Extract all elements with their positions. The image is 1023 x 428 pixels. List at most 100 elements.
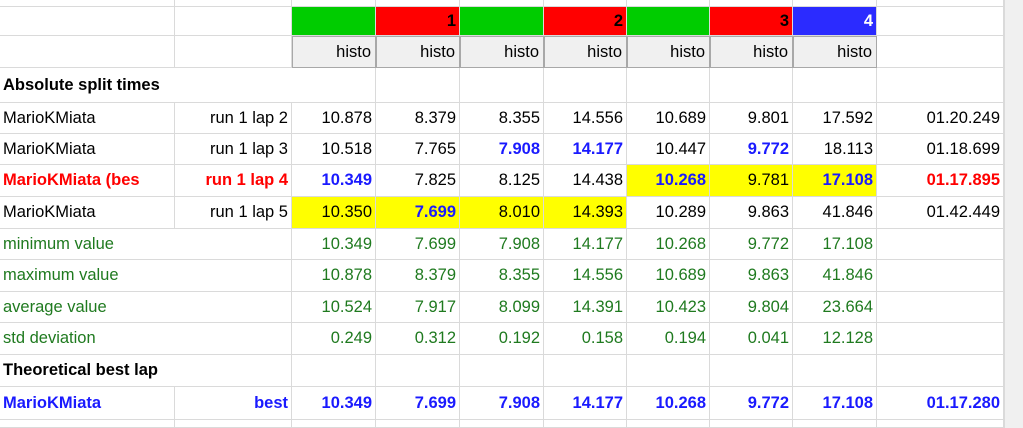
empty-cell[interactable] [544, 0, 627, 7]
empty-cell[interactable] [292, 68, 376, 103]
empty-cell[interactable] [376, 420, 460, 428]
split-time-cell[interactable]: 10.268 [627, 165, 710, 197]
empty-cell[interactable] [627, 0, 710, 7]
segment-3-header[interactable] [460, 7, 544, 36]
split-time-cell[interactable]: 7.908 [460, 134, 544, 165]
lap-total-cell[interactable]: 01.17.895 [877, 165, 1004, 197]
split-time-cell[interactable]: 10.289 [627, 197, 710, 229]
lap-total-cell[interactable]: 01.20.249 [877, 103, 1004, 134]
stat-value-cell[interactable]: 7.699 [376, 229, 460, 260]
empty-cell[interactable] [877, 260, 1004, 292]
driver-name[interactable]: MarioKMiata [0, 134, 175, 165]
segment-5-header[interactable] [627, 7, 710, 36]
stat-value-cell[interactable]: 0.194 [627, 323, 710, 355]
histo-button-2[interactable]: histo [376, 36, 460, 68]
section-title-theoretical[interactable]: Theoretical best lap [0, 355, 292, 387]
empty-cell[interactable] [460, 0, 544, 7]
split-time-cell[interactable]: 10.349 [292, 165, 376, 197]
empty-cell[interactable] [0, 420, 175, 428]
empty-cell[interactable] [793, 68, 877, 103]
empty-cell[interactable] [0, 0, 175, 7]
empty-cell[interactable] [544, 355, 627, 387]
best-total-cell[interactable]: 01.17.280 [877, 387, 1004, 420]
empty-cell[interactable] [793, 420, 877, 428]
stat-value-cell[interactable]: 10.689 [627, 260, 710, 292]
split-time-cell[interactable]: 10.689 [627, 103, 710, 134]
split-time-cell[interactable]: 14.177 [544, 134, 627, 165]
empty-cell[interactable] [175, 420, 292, 428]
empty-cell[interactable] [544, 420, 627, 428]
split-time-cell[interactable]: 10.878 [292, 103, 376, 134]
empty-cell[interactable] [877, 7, 1004, 36]
best-split-cell[interactable]: 14.177 [544, 387, 627, 420]
empty-cell[interactable] [710, 68, 793, 103]
stat-value-cell[interactable]: 0.158 [544, 323, 627, 355]
empty-cell[interactable] [0, 36, 175, 68]
split-time-cell[interactable]: 8.125 [460, 165, 544, 197]
empty-cell[interactable] [0, 7, 175, 36]
split-time-cell[interactable]: 10.350 [292, 197, 376, 229]
empty-cell[interactable] [710, 355, 793, 387]
empty-cell[interactable] [877, 36, 1004, 68]
split-time-cell[interactable]: 7.825 [376, 165, 460, 197]
run-lap-label[interactable]: run 1 lap 3 [175, 134, 292, 165]
empty-cell[interactable] [292, 0, 376, 7]
empty-cell[interactable] [877, 229, 1004, 260]
empty-cell[interactable] [460, 355, 544, 387]
stat-value-cell[interactable]: 17.108 [793, 229, 877, 260]
best-split-cell[interactable]: 9.772 [710, 387, 793, 420]
stat-value-cell[interactable]: 8.099 [460, 292, 544, 323]
split-time-cell[interactable]: 8.355 [460, 103, 544, 134]
histo-button-4[interactable]: histo [544, 36, 627, 68]
empty-cell[interactable] [292, 420, 376, 428]
stat-label[interactable]: average value [0, 292, 292, 323]
best-split-cell[interactable]: 17.108 [793, 387, 877, 420]
empty-cell[interactable] [710, 0, 793, 7]
segment-1-header[interactable] [292, 7, 376, 36]
spreadsheet-grid[interactable]: 1 2 3 4 histo histo histo histo histo histo histo A… [0, 0, 1023, 428]
split-time-cell[interactable]: 14.556 [544, 103, 627, 134]
empty-cell[interactable] [793, 355, 877, 387]
stat-value-cell[interactable]: 7.917 [376, 292, 460, 323]
split-time-cell[interactable]: 7.765 [376, 134, 460, 165]
stat-value-cell[interactable]: 10.268 [627, 229, 710, 260]
empty-cell[interactable] [877, 0, 1004, 7]
segment-6-header[interactable]: 3 [710, 7, 793, 36]
lap-total-cell[interactable]: 01.18.699 [877, 134, 1004, 165]
empty-cell[interactable] [877, 323, 1004, 355]
stat-value-cell[interactable]: 0.312 [376, 323, 460, 355]
empty-cell[interactable] [877, 355, 1004, 387]
vertical-scrollbar[interactable] [1004, 0, 1023, 428]
split-time-cell[interactable]: 7.699 [376, 197, 460, 229]
stat-value-cell[interactable]: 10.349 [292, 229, 376, 260]
stat-label[interactable]: maximum value [0, 260, 292, 292]
run-lap-label[interactable]: run 1 lap 5 [175, 197, 292, 229]
split-time-cell[interactable]: 18.113 [793, 134, 877, 165]
stat-value-cell[interactable]: 9.772 [710, 229, 793, 260]
stat-value-cell[interactable]: 14.391 [544, 292, 627, 323]
section-title-absolute[interactable]: Absolute split times [0, 68, 292, 103]
run-lap-label[interactable]: run 1 lap 2 [175, 103, 292, 134]
stat-value-cell[interactable]: 41.846 [793, 260, 877, 292]
segment-4-header[interactable]: 2 [544, 7, 627, 36]
segment-2-header[interactable]: 1 [376, 7, 460, 36]
best-label[interactable]: best [175, 387, 292, 420]
stat-value-cell[interactable]: 8.379 [376, 260, 460, 292]
split-time-cell[interactable]: 8.010 [460, 197, 544, 229]
empty-cell[interactable] [627, 355, 710, 387]
histo-button-5[interactable]: histo [627, 36, 710, 68]
stat-value-cell[interactable]: 10.878 [292, 260, 376, 292]
split-time-cell[interactable]: 9.781 [710, 165, 793, 197]
empty-cell[interactable] [376, 0, 460, 7]
empty-cell[interactable] [877, 68, 1004, 103]
empty-cell[interactable] [292, 355, 376, 387]
split-time-cell[interactable]: 8.379 [376, 103, 460, 134]
driver-name[interactable]: MarioKMiata [0, 103, 175, 134]
split-time-cell[interactable]: 14.393 [544, 197, 627, 229]
empty-cell[interactable] [627, 68, 710, 103]
split-time-cell[interactable]: 10.518 [292, 134, 376, 165]
stat-value-cell[interactable]: 9.804 [710, 292, 793, 323]
histo-button-3[interactable]: histo [460, 36, 544, 68]
empty-cell[interactable] [175, 36, 292, 68]
driver-name[interactable]: MarioKMiata [0, 197, 175, 229]
